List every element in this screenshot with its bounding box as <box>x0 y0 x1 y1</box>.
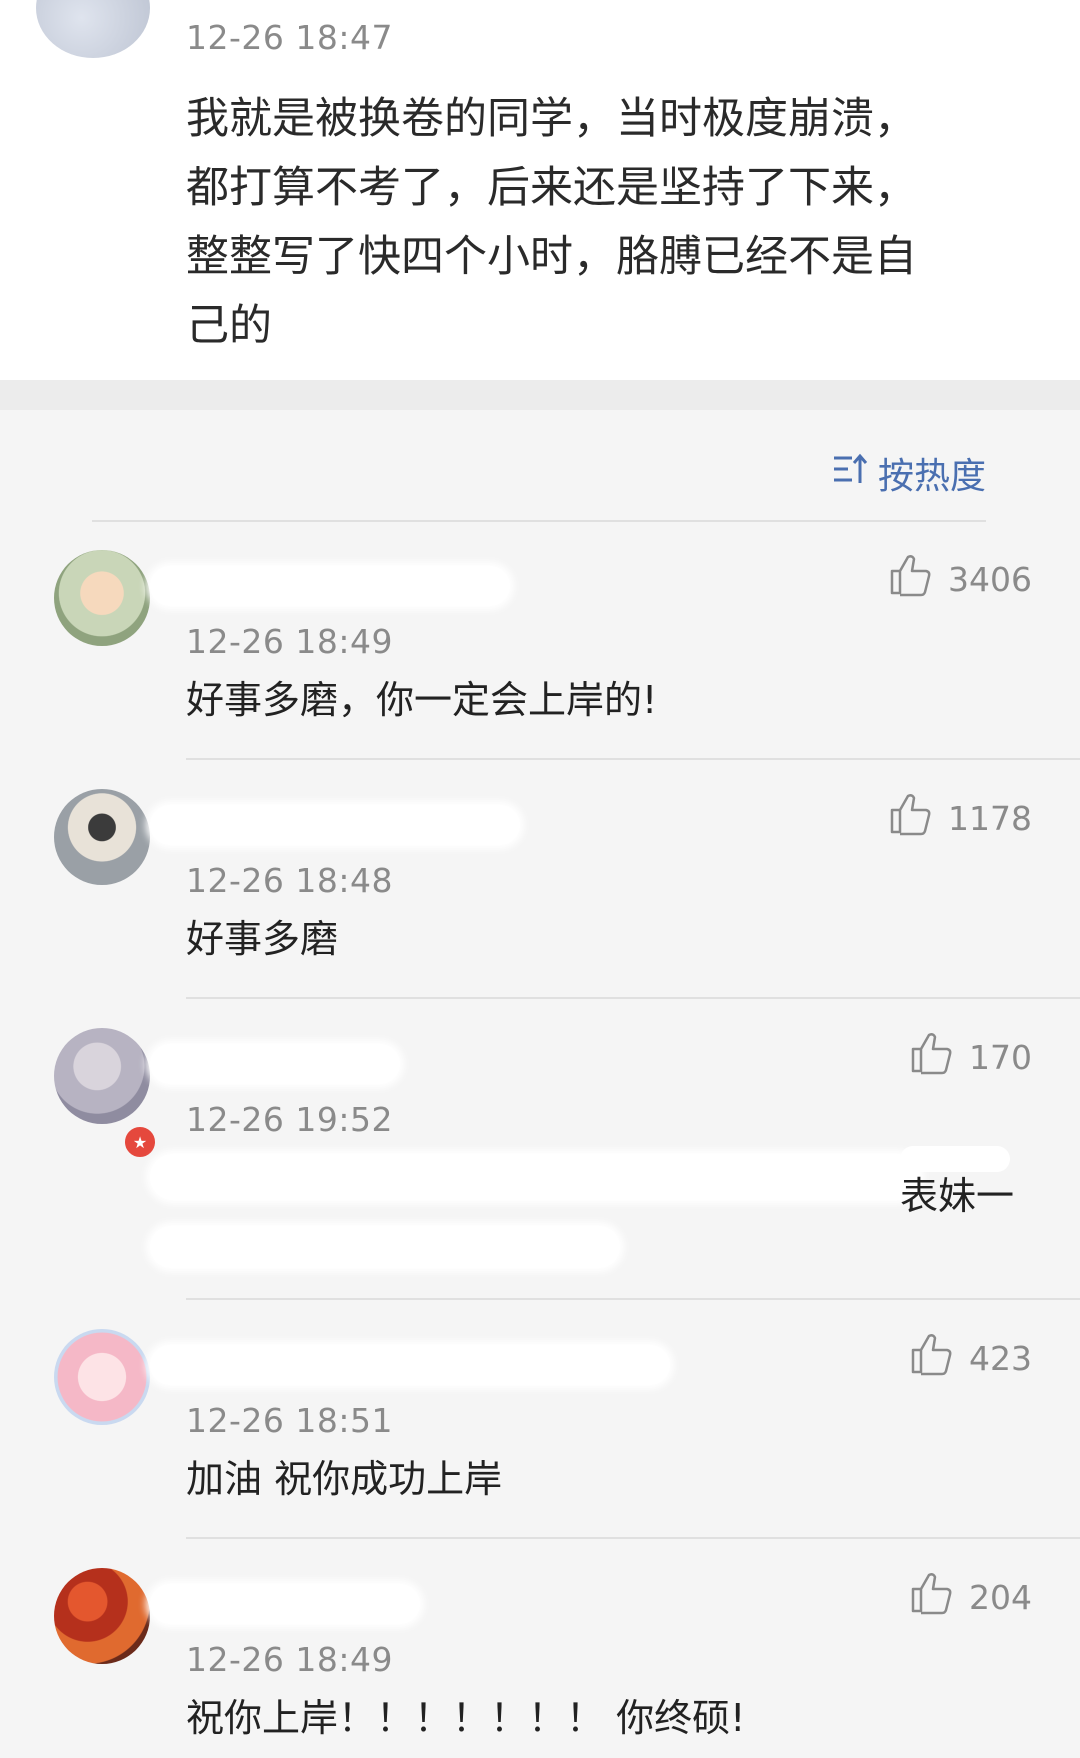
username-redacted[interactable] <box>150 805 520 845</box>
comment-timestamp: 12-26 18:49 <box>186 622 393 661</box>
like-button[interactable]: 3406 <box>888 554 1032 604</box>
username-redacted[interactable] <box>150 566 510 606</box>
username-redacted[interactable] <box>150 1044 400 1084</box>
divider <box>186 1298 1080 1300</box>
sort-label: 按热度 <box>877 456 986 497</box>
comment-text: 好事多磨，你一定会上岸的! <box>186 678 658 722</box>
divider <box>92 520 986 522</box>
comment-timestamp: 12-26 19:52 <box>186 1100 393 1139</box>
comment-text-line: 我就是被换卷的同学，当时极度崩溃， <box>186 94 917 144</box>
like-button[interactable]: 1178 <box>888 793 1032 843</box>
like-button[interactable]: 170 <box>909 1032 1032 1082</box>
divider <box>186 997 1080 999</box>
thumbs-up-icon <box>909 1332 955 1384</box>
avatar[interactable] <box>54 789 150 885</box>
username-redacted[interactable] <box>150 1345 670 1385</box>
verified-badge-icon: ★ <box>122 1124 158 1160</box>
comment-timestamp: 12-26 18:47 <box>186 18 393 57</box>
comment-text-line: 整整写了快四个小时，胳膊已经不是自 <box>186 232 917 282</box>
avatar[interactable] <box>54 550 150 646</box>
comment-text-line: 都打算不考了，后来还是坚持了下来， <box>186 163 917 213</box>
like-button[interactable]: 423 <box>909 1333 1032 1383</box>
avatar[interactable] <box>54 1329 150 1425</box>
comment-timestamp: 12-26 18:49 <box>186 1640 393 1679</box>
sort-icon <box>832 453 868 494</box>
thumbs-up-icon <box>909 1571 955 1623</box>
like-count: 204 <box>969 1577 1032 1617</box>
comment-text-fragment: 表妹一 <box>900 1174 1015 1218</box>
top-comment-card: 12-26 18:47 我就是被换卷的同学，当时极度崩溃， 都打算不考了，后来还… <box>0 0 1080 380</box>
like-count: 170 <box>969 1037 1032 1077</box>
comment-text-line: 己的 <box>186 301 272 351</box>
like-count: 3406 <box>948 559 1032 599</box>
comment-timestamp: 12-26 18:51 <box>186 1401 393 1440</box>
thumbs-up-icon <box>888 553 934 605</box>
like-count: 423 <box>969 1338 1032 1378</box>
section-divider <box>0 380 1080 410</box>
like-count: 1178 <box>948 798 1032 838</box>
thumbs-up-icon <box>888 792 934 844</box>
avatar[interactable] <box>54 1568 150 1664</box>
divider <box>186 758 1080 760</box>
like-button[interactable]: 204 <box>909 1572 1032 1622</box>
sort-by-hot-button[interactable]: 按热度 <box>832 445 986 501</box>
comment-text: 祝你上岸！！！！！！！ 你终硕! <box>186 1696 746 1740</box>
divider <box>186 1537 1080 1539</box>
username-redacted[interactable] <box>150 1584 420 1624</box>
comment-text: 好事多磨 <box>186 917 339 961</box>
avatar[interactable] <box>36 0 150 58</box>
thumbs-up-icon <box>909 1031 955 1083</box>
comment-timestamp: 12-26 18:48 <box>186 861 393 900</box>
avatar[interactable] <box>54 1028 150 1124</box>
comment-text: 加油 祝你成功上岸 <box>186 1457 503 1501</box>
